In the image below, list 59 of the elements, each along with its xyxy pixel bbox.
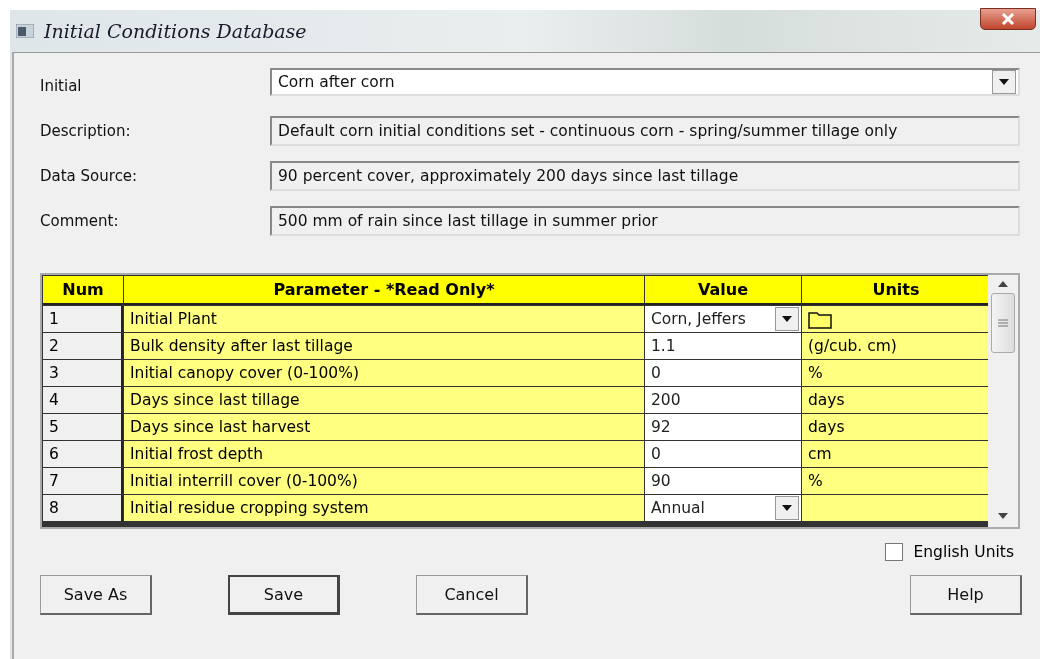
dropdown-arrow-icon: [999, 78, 1009, 85]
readonly-field: 500 mm of rain since last tillage in summer prior: [270, 205, 1020, 236]
dropdown-arrow-icon: [782, 505, 792, 511]
dropdown-arrow-icon: [782, 316, 792, 322]
column-header: Units: [802, 276, 990, 305]
table-cell: Days since last tillage: [124, 387, 644, 413]
table-cell: Initial frost depth: [124, 441, 644, 467]
row-number: 1: [43, 306, 123, 332]
folder-icon[interactable]: [808, 310, 832, 329]
checkbox[interactable]: [885, 543, 904, 561]
window-title: Initial Conditions Database: [44, 20, 307, 42]
field-label: Comment:: [40, 211, 120, 230]
table-cell: %: [802, 468, 990, 494]
window-icon: [16, 24, 34, 38]
dropdown-cell[interactable]: Corn, Jeffers: [645, 306, 801, 332]
scrollbar-thumb[interactable]: [991, 293, 1015, 353]
dialog-button[interactable]: Save As: [40, 575, 152, 615]
table-cell: days: [802, 414, 990, 440]
field-label: Initial: [40, 76, 83, 95]
dialog-button[interactable]: Save: [228, 575, 340, 615]
table-cell: Days since last harvest: [124, 414, 644, 440]
scroll-down-icon[interactable]: [998, 513, 1008, 519]
row-number: 2: [43, 333, 123, 359]
row-number: 6: [43, 441, 123, 467]
checkbox-label: English Units: [913, 543, 1014, 561]
table-cell: Initial residue cropping system: [124, 495, 644, 521]
value-cell[interactable]: 200: [645, 387, 801, 413]
readonly-field: Default corn initial conditions set - continuous corn - spring/summer tillage only: [270, 115, 1020, 146]
dialog-button[interactable]: Cancel: [416, 575, 528, 615]
row-number: 4: [43, 387, 123, 413]
column-header: Num: [43, 276, 123, 305]
row-number: 8: [43, 495, 123, 521]
dialog-button[interactable]: Help: [910, 575, 1022, 615]
row-number: 3: [43, 360, 123, 386]
field-label: Data Source:: [40, 166, 139, 185]
table-cell: Initial Plant: [124, 306, 644, 332]
value-cell[interactable]: 1.1: [645, 333, 801, 359]
row-number: 7: [43, 468, 123, 494]
close-button[interactable]: [980, 8, 1036, 30]
table-cell: Initial interrill cover (0-100%): [124, 468, 644, 494]
row-number: 5: [43, 414, 123, 440]
value-cell[interactable]: 0: [645, 360, 801, 386]
table-cell: cm: [802, 441, 990, 467]
table-cell: (g/cub. cm): [802, 333, 990, 359]
close-icon: [1000, 13, 1016, 25]
table-cell: days: [802, 387, 990, 413]
dropdown-field[interactable]: Corn after corn: [270, 67, 1020, 96]
dropdown-cell[interactable]: Annual: [645, 495, 801, 521]
column-header: Value: [645, 276, 801, 305]
value-cell[interactable]: 90: [645, 468, 801, 494]
field-label: Description:: [40, 121, 132, 140]
value-cell[interactable]: 0: [645, 441, 801, 467]
table-cell: Bulk density after last tillage: [124, 333, 644, 359]
scroll-up-icon[interactable]: [998, 281, 1008, 287]
table-cell: Initial canopy cover (0-100%): [124, 360, 644, 386]
table-cell: %: [802, 360, 990, 386]
value-cell[interactable]: 92: [645, 414, 801, 440]
column-header: Parameter - *Read Only*: [124, 276, 644, 305]
readonly-field: 90 percent cover, approximately 200 days since last tillage: [270, 160, 1020, 191]
